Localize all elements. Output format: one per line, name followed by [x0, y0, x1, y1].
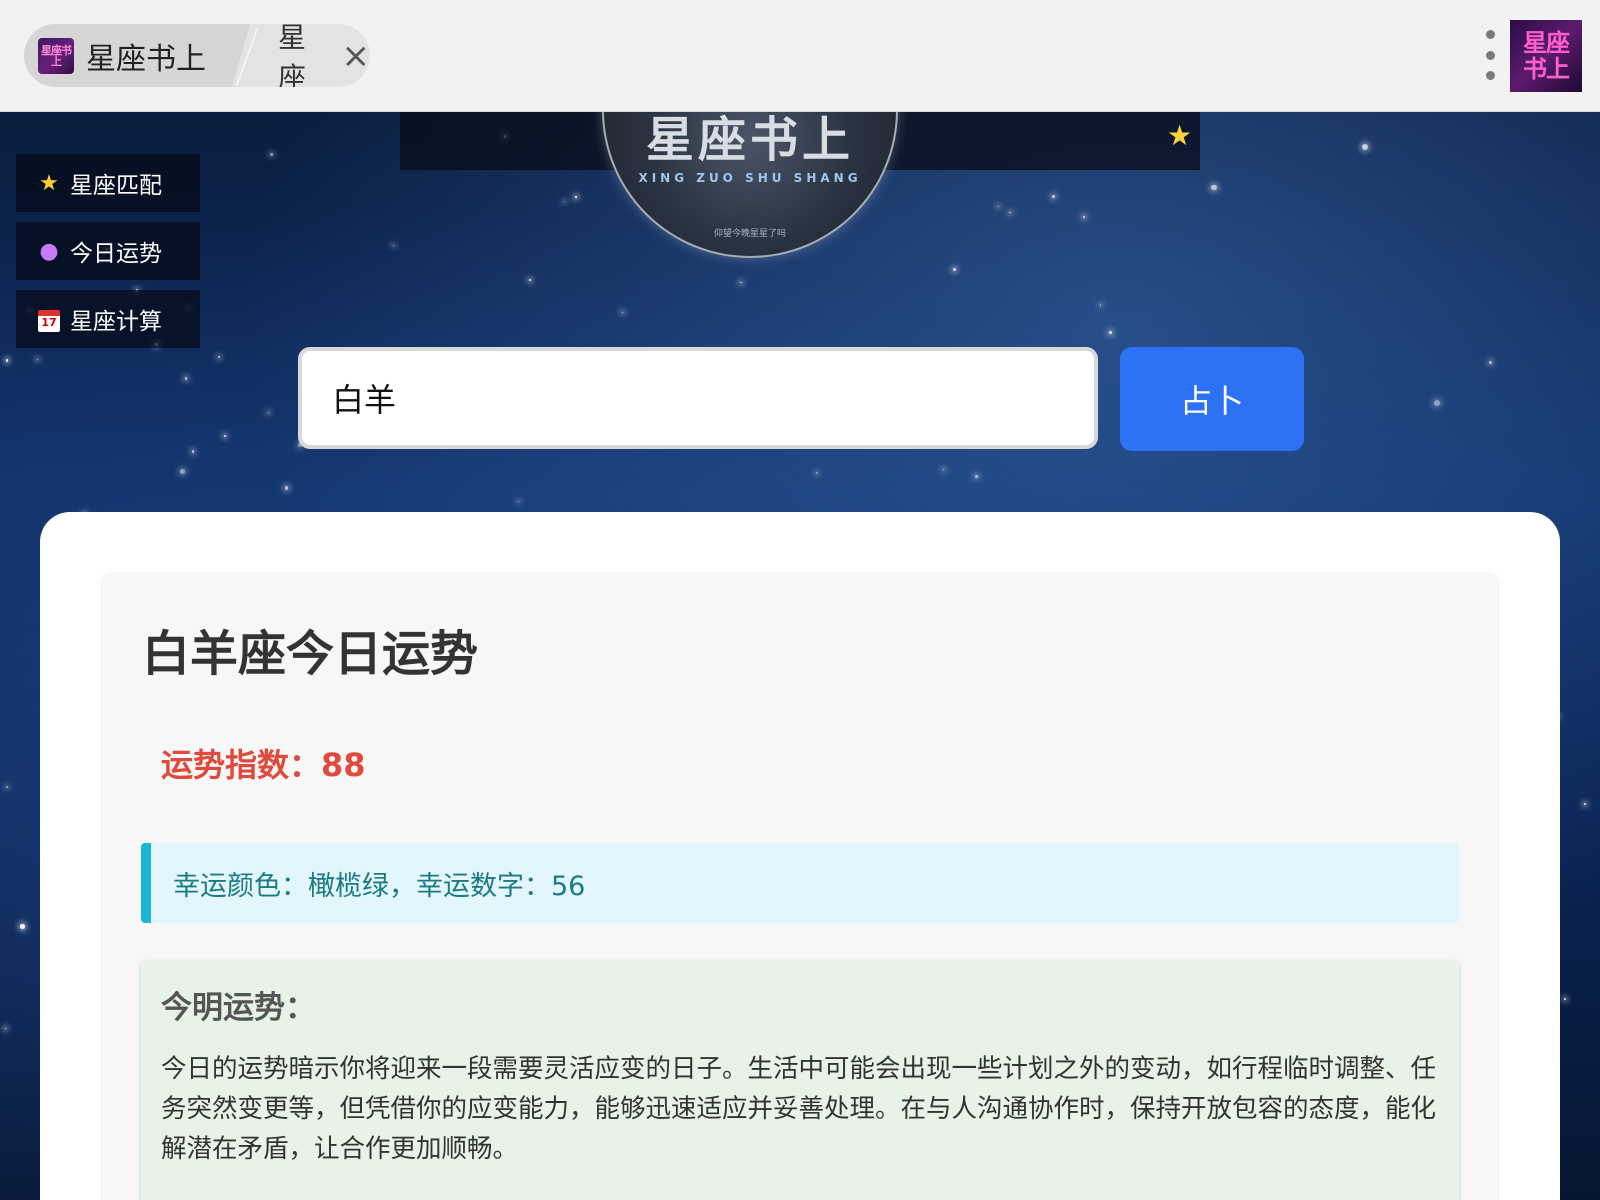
star-dot — [37, 358, 39, 360]
star-dot — [528, 279, 531, 282]
star-dot — [180, 469, 186, 474]
star-dot — [1583, 803, 1587, 806]
tab-strip: 星座书上 星座书上 星座 × — [24, 24, 370, 87]
logo-pinyin: XING ZUO SHU SHANG — [638, 171, 862, 185]
star-dot — [517, 500, 519, 502]
browser-bar: 星座书上 星座书上 星座 × 星座书上 — [0, 0, 1600, 112]
star-dot — [392, 244, 394, 246]
star-dot — [815, 471, 818, 474]
nav-item-label: 今日运势 — [70, 241, 162, 267]
star-dot — [5, 359, 8, 362]
result-card: 白羊座今日运势 运势指数：88 幸运颜色：橄榄绿，幸运数字：56 今明运势： 今… — [40, 512, 1560, 1200]
nav-item-calculator[interactable]: 17 星座计算 — [16, 290, 200, 348]
star-dot — [267, 411, 270, 414]
app-avatar[interactable]: 星座书上 — [1510, 20, 1582, 92]
star-dot — [1211, 184, 1217, 190]
lucky-info: 幸运颜色：橄榄绿，幸运数字：56 — [141, 843, 1459, 923]
nav-item-label: 星座计算 — [70, 309, 162, 335]
star-dot — [269, 152, 273, 156]
forecast-box: 今明运势： 今日的运势暗示你将迎来一段需要灵活应变的日子。生活中可能会出现一些计… — [141, 960, 1459, 1200]
star-dot — [20, 924, 25, 929]
brand-logo: 星座书上 XING ZUO SHU SHANG 仰望今晚星星了吗 — [602, 112, 898, 258]
calendar-date: 17 — [38, 309, 60, 332]
divine-button[interactable]: 占卜 — [1120, 347, 1304, 451]
calendar-icon: 17 — [36, 307, 62, 332]
star-dot — [740, 282, 742, 284]
more-options-icon[interactable] — [1482, 30, 1498, 80]
logo-title: 星座书上 — [645, 112, 854, 168]
side-nav: ★ 星座匹配 ● 今日运势 17 星座计算 — [16, 154, 200, 358]
star-dot — [953, 267, 957, 272]
star-dot — [224, 435, 226, 437]
nav-item-daily-fortune[interactable]: ● 今日运势 — [16, 222, 200, 280]
nav-item-label: 星座匹配 — [70, 173, 162, 199]
star-dot — [1008, 211, 1011, 214]
lucky-text: 幸运颜色：橄榄绿，幸运数字：56 — [173, 870, 586, 902]
star-dot — [943, 468, 945, 470]
fortune-score: 运势指数：88 — [161, 746, 366, 784]
star-dot — [184, 377, 188, 380]
star-dot — [1488, 360, 1492, 364]
star-dot — [1108, 331, 1112, 335]
zodiac-search-input[interactable] — [298, 347, 1098, 449]
star-dot — [1434, 399, 1441, 407]
starry-background: 星座书上 XING ZUO SHU SHANG 仰望今晚星星了吗 ★ ★ 星座匹… — [0, 112, 1600, 1200]
tab-home[interactable]: 星座书上 星座书上 — [24, 24, 250, 87]
star-dot — [4, 1027, 7, 1030]
star-dot — [974, 474, 979, 479]
dot — [1485, 50, 1495, 60]
star-dot — [1563, 998, 1566, 1000]
forecast-title: 今明运势： — [161, 990, 316, 1026]
tab-label: 星座 — [278, 24, 307, 87]
star-dot — [1361, 143, 1368, 150]
star-dot — [5, 786, 9, 789]
forecast-text: 今日的运势暗示你将迎来一段需要灵活应变的日子。生活中可能会出现一些计划之外的变动… — [161, 1054, 1437, 1164]
dot — [1485, 30, 1495, 39]
star-dot — [217, 355, 221, 359]
close-icon[interactable]: × — [342, 39, 371, 73]
tab-title: 星座书上 — [86, 41, 206, 77]
star-icon: ★ — [39, 170, 59, 196]
site-logo-icon: 星座书上 — [38, 37, 74, 74]
star-dot — [564, 200, 566, 203]
dot — [1485, 71, 1495, 80]
crystal-ball-icon: ● — [39, 238, 59, 264]
result-panel: 白羊座今日运势 运势指数：88 幸运颜色：橄榄绿，幸运数字：56 今明运势： 今… — [100, 572, 1500, 1200]
star-dot — [998, 205, 1000, 207]
result-title: 白羊座今日运势 — [142, 626, 479, 682]
nav-item-match[interactable]: ★ 星座匹配 — [16, 154, 200, 212]
star-dot — [285, 486, 289, 490]
tab-constellation[interactable]: 星座 × — [278, 24, 370, 87]
star-dot — [191, 449, 195, 453]
star-icon: ★ — [1167, 119, 1193, 152]
logo-caption: 仰望今晚星星了吗 — [713, 229, 786, 239]
star-dot — [1082, 215, 1086, 219]
star-dot — [622, 312, 624, 314]
star-dot — [575, 195, 577, 198]
star-dot — [1051, 195, 1055, 199]
star-dot — [1099, 304, 1101, 306]
